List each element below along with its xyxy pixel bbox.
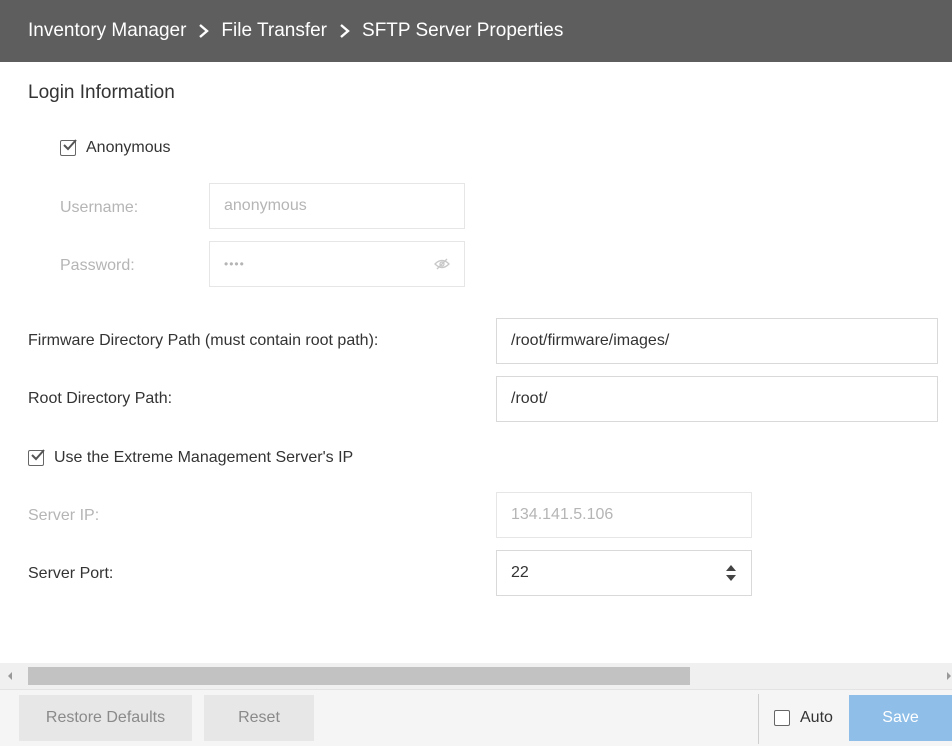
server-port-stepper[interactable]: 22 <box>496 550 752 596</box>
chevron-right-icon <box>339 24 350 38</box>
scrollbar-thumb[interactable] <box>28 667 690 685</box>
checkmark-icon <box>31 449 45 461</box>
username-input[interactable]: anonymous <box>209 183 465 229</box>
server-ip-value: 134.141.5.106 <box>511 506 614 523</box>
password-input[interactable]: •••• <box>209 241 465 287</box>
firmware-path-label: Firmware Directory Path (must contain ro… <box>28 332 379 349</box>
anonymous-label: Anonymous <box>86 139 171 156</box>
save-button[interactable]: Save <box>849 695 952 741</box>
username-label: Username: <box>60 199 139 216</box>
firmware-path-value: /root/firmware/images/ <box>511 332 670 349</box>
password-value: •••• <box>224 257 245 271</box>
use-ems-ip-checkbox[interactable] <box>28 449 45 466</box>
reset-button[interactable]: Reset <box>204 695 314 741</box>
checkmark-icon <box>63 139 77 151</box>
scroll-left-arrow-icon[interactable] <box>7 672 13 680</box>
breadcrumb-inventory-manager[interactable]: Inventory Manager <box>28 20 186 42</box>
section-title-login-information: Login Information <box>28 82 175 103</box>
restore-defaults-button[interactable]: Restore Defaults <box>19 695 192 741</box>
root-path-label: Root Directory Path: <box>28 390 173 407</box>
up-down-spinner-icon[interactable] <box>725 562 737 584</box>
anonymous-checkbox-row[interactable]: Anonymous <box>60 139 171 157</box>
footer-toolbar: Restore Defaults Reset Auto Save <box>0 689 952 746</box>
username-value: anonymous <box>224 197 307 214</box>
footer-divider <box>758 694 759 744</box>
use-ems-ip-label: Use the Extreme Management Server's IP <box>54 449 354 466</box>
root-path-input[interactable]: /root/ <box>496 376 938 422</box>
password-label: Password: <box>60 257 135 274</box>
server-ip-label: Server IP: <box>28 507 100 524</box>
firmware-path-input[interactable]: /root/firmware/images/ <box>496 318 938 364</box>
server-port-value: 22 <box>511 564 529 581</box>
anonymous-checkbox[interactable] <box>60 139 77 156</box>
breadcrumb-file-transfer[interactable]: File Transfer <box>221 20 327 42</box>
breadcrumb: Inventory Manager File Transfer SFTP Ser… <box>0 0 952 62</box>
breadcrumb-sftp-server-properties: SFTP Server Properties <box>362 20 564 41</box>
root-path-value: /root/ <box>511 390 548 407</box>
server-port-label: Server Port: <box>28 565 114 582</box>
use-ems-ip-checkbox-row[interactable]: Use the Extreme Management Server's IP <box>28 449 353 467</box>
eye-slash-icon[interactable] <box>434 258 450 270</box>
scroll-right-arrow-icon[interactable] <box>946 672 952 680</box>
auto-label: Auto <box>800 709 833 726</box>
server-ip-input[interactable]: 134.141.5.106 <box>496 492 752 538</box>
auto-checkbox-row[interactable]: Auto <box>774 709 833 727</box>
chevron-right-icon <box>198 24 210 38</box>
auto-checkbox[interactable] <box>774 710 790 726</box>
horizontal-scrollbar[interactable] <box>0 663 952 689</box>
